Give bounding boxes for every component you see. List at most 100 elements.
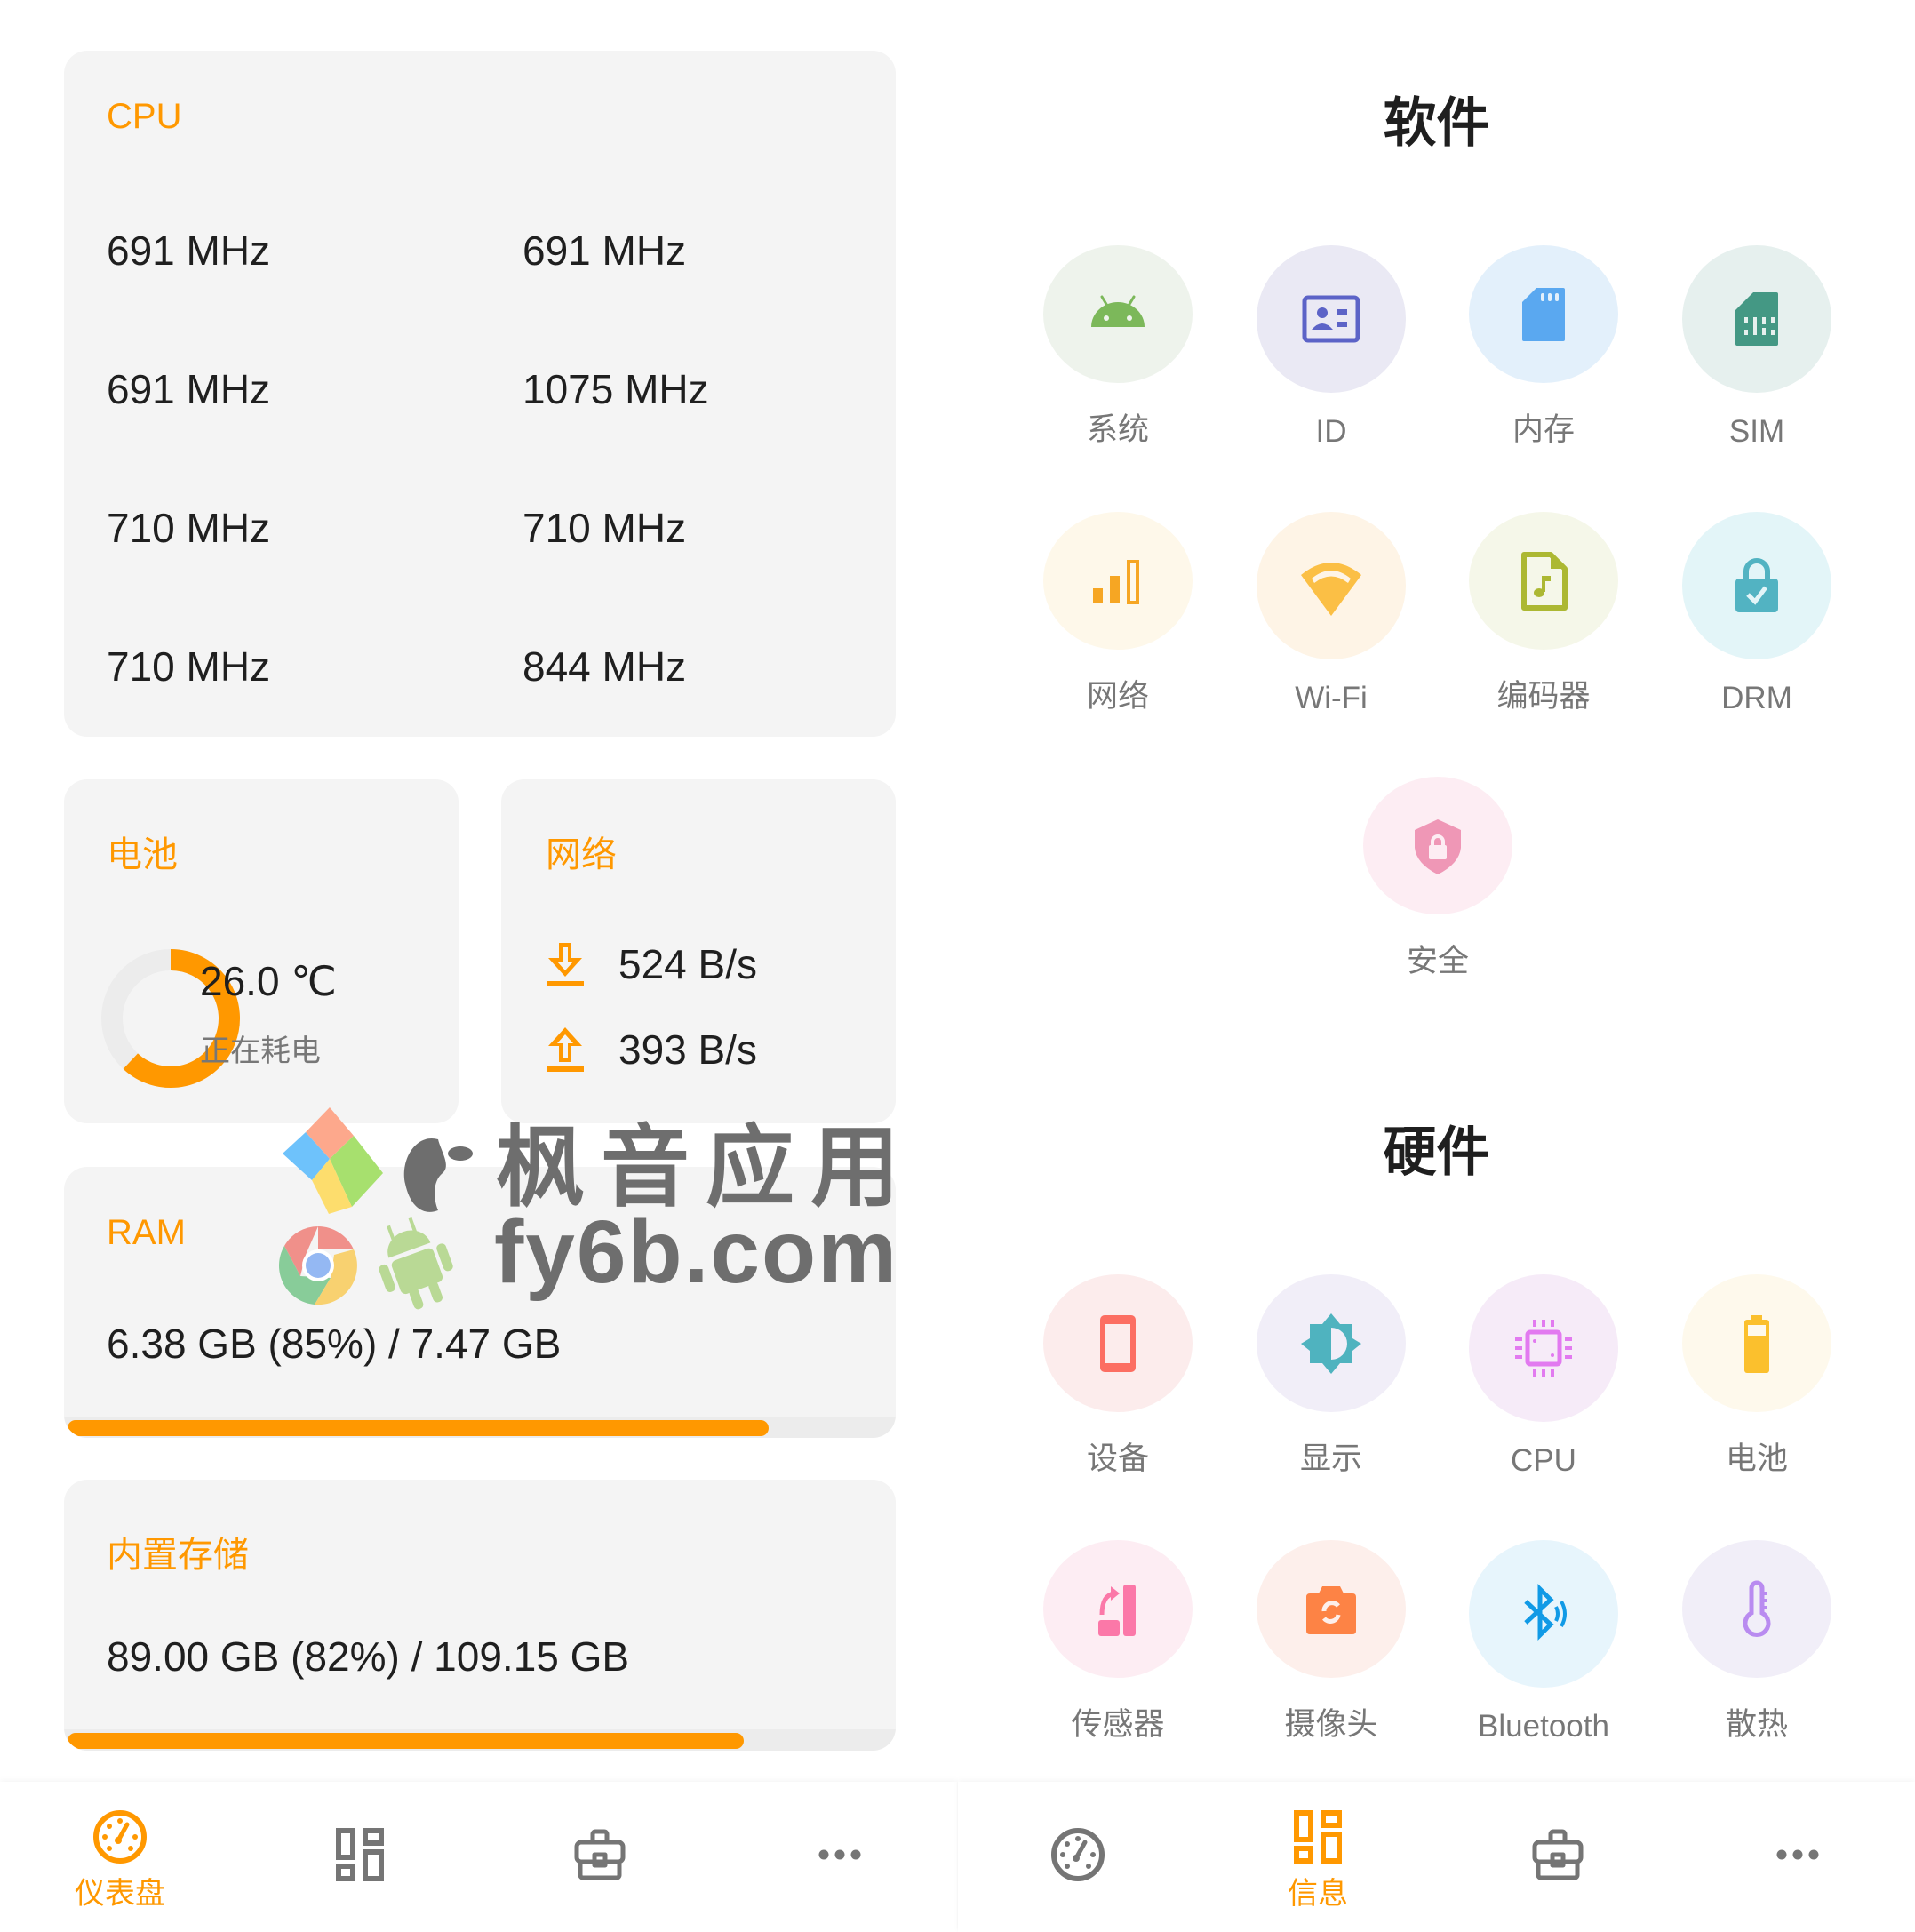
lock-check-icon: [1735, 558, 1778, 612]
tile-network[interactable]: 网络: [1011, 512, 1225, 716]
tile-display[interactable]: 显示: [1225, 1274, 1438, 1479]
tile-cpu[interactable]: CPU: [1437, 1274, 1650, 1479]
wifi-icon: [1301, 563, 1361, 616]
tile-battery[interactable]: 电池: [1650, 1274, 1863, 1479]
tile-circle: [1682, 1540, 1831, 1678]
cpu-core-frequency: 1075 MHz: [523, 366, 709, 412]
toolbox-icon: [574, 1829, 626, 1880]
upload-arrow-icon: [547, 1027, 584, 1072]
battery-icon: [1744, 1314, 1769, 1373]
nav-more[interactable]: [1678, 1782, 1915, 1932]
software-section-title: 软件: [1383, 93, 1490, 153]
info-screen: 软件 系统 ID 内存 SIM 网络 Wi-Fi 编码器 DRM 安全 硬件 设…: [958, 0, 1915, 1932]
tile-circle: [1043, 1274, 1193, 1412]
tile-label: ID: [1315, 414, 1347, 449]
bottom-navigation: 信息: [958, 1782, 1915, 1932]
shield-lock-icon: [1415, 818, 1461, 874]
more-dots-icon: [1776, 1849, 1819, 1859]
tile-circle: [1043, 512, 1193, 650]
tile-memory[interactable]: 内存: [1437, 245, 1650, 450]
dashboard-gauge-icon: [93, 1810, 147, 1864]
nav-info[interactable]: [240, 1782, 480, 1932]
tile-label: 网络: [1086, 679, 1149, 714]
download-speed: 524 B/s: [618, 941, 757, 987]
audio-file-icon: [1521, 551, 1568, 611]
id-card-icon: [1302, 295, 1360, 343]
tile-label: 内存: [1512, 412, 1575, 447]
nav-tools[interactable]: [480, 1782, 720, 1932]
tile-security[interactable]: 安全: [1331, 777, 1544, 981]
nav-dashboard-label: 仪表盘: [75, 1877, 165, 1911]
ram-card[interactable]: RAM 6.38 GB (85%) / 7.47 GB: [64, 1167, 896, 1438]
tile-label: Wi-Fi: [1295, 681, 1368, 715]
cpu-core-frequency: 710 MHz: [107, 505, 271, 551]
tile-camera[interactable]: 摄像头: [1225, 1540, 1438, 1744]
storage-card-title: 内置存储: [107, 1536, 249, 1575]
nav-info[interactable]: 信息: [1198, 1782, 1438, 1932]
tile-label: DRM: [1721, 681, 1792, 715]
tile-label: 编码器: [1496, 679, 1591, 714]
tile-sim[interactable]: SIM: [1650, 245, 1863, 450]
tile-label: 电池: [1725, 1441, 1788, 1476]
bottom-navigation: 仪表盘: [0, 1782, 957, 1932]
tile-circle: [1469, 245, 1618, 383]
thermometer-icon: [1743, 1580, 1771, 1637]
tile-codecs[interactable]: 编码器: [1437, 512, 1650, 716]
tile-circle: [1469, 512, 1618, 650]
tile-circle: [1257, 245, 1406, 393]
tile-circle: [1257, 1540, 1406, 1678]
tile-circle: [1257, 512, 1406, 659]
tile-wifi[interactable]: Wi-Fi: [1225, 512, 1438, 716]
nav-more[interactable]: [720, 1782, 960, 1932]
tile-label: 系统: [1086, 412, 1149, 447]
tile-label: 设备: [1086, 1441, 1149, 1476]
signal-bars-icon: [1093, 559, 1139, 604]
ram-progress-track: [64, 1417, 896, 1438]
cpu-core-frequency: 710 MHz: [107, 643, 271, 690]
tile-circle: [1363, 777, 1512, 914]
network-card-title: 网络: [546, 835, 617, 874]
nav-dashboard[interactable]: [958, 1782, 1198, 1932]
storage-progress-track: [64, 1729, 896, 1751]
cpu-core-frequency: 691 MHz: [107, 228, 271, 274]
tile-circle: [1043, 1540, 1193, 1678]
cpu-core-frequency: 844 MHz: [523, 643, 687, 690]
battery-status: 正在耗电: [200, 1034, 321, 1068]
info-grid-icon: [1294, 1810, 1342, 1864]
tile-circle: [1682, 512, 1831, 659]
network-card[interactable]: 网络 524 B/s 393 B/s: [501, 779, 896, 1123]
tile-bluetooth[interactable]: Bluetooth: [1437, 1540, 1650, 1744]
nav-info-label: 信息: [1288, 1877, 1348, 1911]
tile-system[interactable]: 系统: [1011, 245, 1225, 450]
camera-switch-icon: [1306, 1585, 1356, 1634]
more-dots-icon: [818, 1849, 861, 1859]
tile-sensors[interactable]: 传感器: [1011, 1540, 1225, 1744]
tile-label: SIM: [1728, 414, 1785, 449]
tile-circle: [1469, 1540, 1618, 1688]
tile-drm[interactable]: DRM: [1650, 512, 1863, 716]
battery-temperature: 26.0 ℃: [200, 958, 337, 1004]
screen-rotation-icon: [1098, 1584, 1136, 1636]
nav-dashboard[interactable]: 仪表盘: [0, 1782, 240, 1932]
tile-circle: [1682, 245, 1831, 393]
cpu-core-frequency: 710 MHz: [523, 505, 687, 551]
upload-row: 393 B/s: [546, 1023, 757, 1076]
cpu-core-frequency: 691 MHz: [107, 366, 271, 412]
tile-label: 散热: [1725, 1707, 1788, 1742]
storage-card[interactable]: 内置存储 89.00 GB (82%) / 109.15 GB: [64, 1480, 896, 1751]
tile-label: 摄像头: [1284, 1707, 1378, 1742]
tile-thermal[interactable]: 散热: [1650, 1540, 1863, 1744]
tile-label: 安全: [1406, 944, 1469, 978]
download-arrow-icon: [547, 943, 584, 986]
brightness-icon: [1301, 1313, 1361, 1374]
tile-id[interactable]: ID: [1225, 245, 1438, 450]
cpu-card-title: CPU: [107, 97, 182, 136]
battery-card[interactable]: 电池 26.0 ℃ 正在耗电: [64, 779, 459, 1123]
tile-device[interactable]: 设备: [1011, 1274, 1225, 1479]
info-grid-icon: [336, 1827, 384, 1881]
cpu-card[interactable]: CPU 691 MHz 691 MHz 691 MHz 1075 MHz 710…: [64, 51, 896, 737]
download-row: 524 B/s: [546, 938, 757, 991]
nav-tools[interactable]: [1438, 1782, 1678, 1932]
toolbox-icon: [1532, 1829, 1584, 1880]
tile-label: Bluetooth: [1478, 1709, 1609, 1744]
